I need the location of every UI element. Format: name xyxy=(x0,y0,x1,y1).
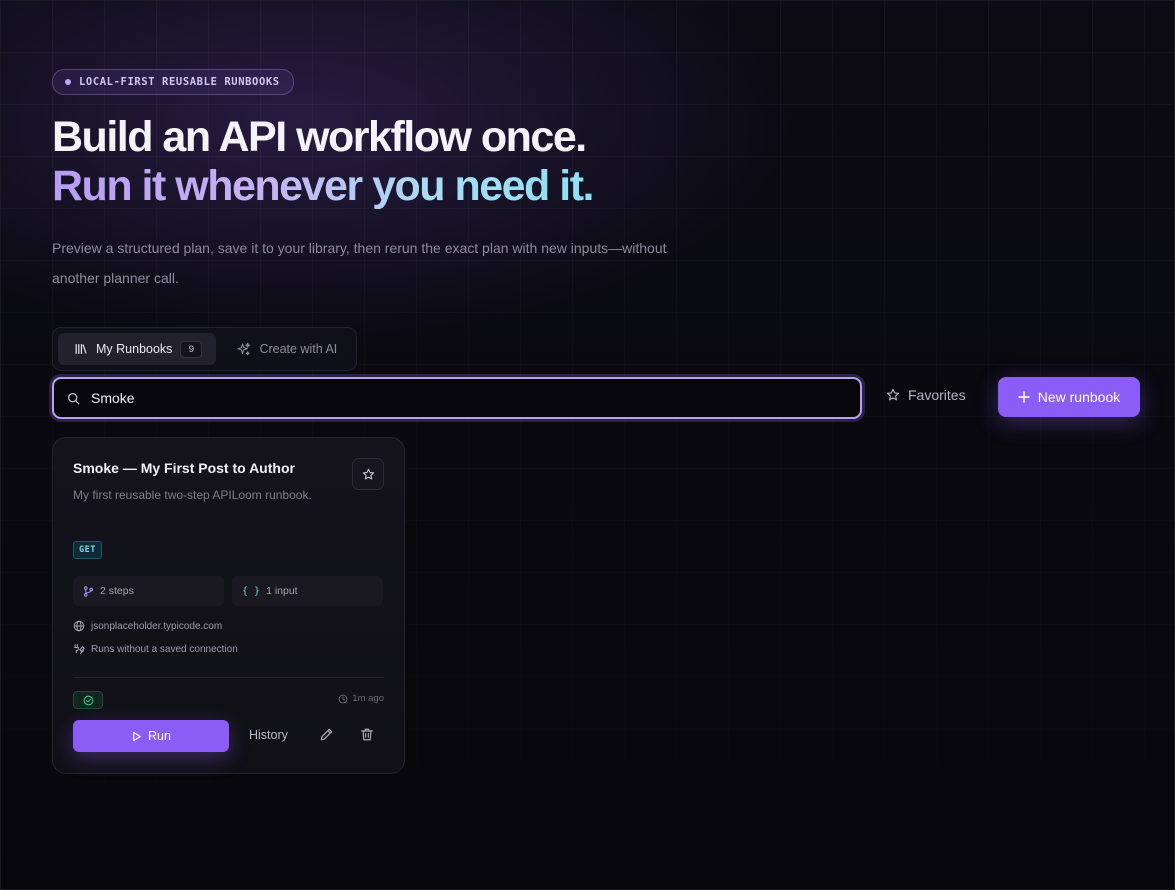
host-row: jsonplaceholder.typicode.com xyxy=(73,620,222,632)
history-button[interactable]: History xyxy=(249,728,288,742)
search-icon xyxy=(67,392,80,405)
star-icon xyxy=(886,388,900,402)
clock-icon xyxy=(338,694,348,704)
globe-icon xyxy=(73,620,85,632)
braces-icon: { } xyxy=(242,585,261,597)
updated-time: 1m ago xyxy=(338,693,384,704)
delete-button[interactable] xyxy=(360,727,374,742)
run-label: Run xyxy=(148,729,171,743)
new-runbook-button[interactable]: New runbook xyxy=(998,377,1140,417)
main-content: LOCAL-FIRST REUSABLE RUNBOOKS Build an A… xyxy=(52,69,1140,774)
last-run-status-badge xyxy=(73,691,103,709)
tab-create-with-ai[interactable]: Create with AI xyxy=(220,333,351,365)
trash-icon xyxy=(360,727,374,742)
unplug-icon xyxy=(73,643,85,655)
host-name: jsonplaceholder.typicode.com xyxy=(91,620,223,632)
plus-icon xyxy=(1018,391,1030,403)
steps-stat: 2 steps xyxy=(73,576,224,606)
http-method-badge: GET xyxy=(73,541,102,559)
tab-my-runbooks[interactable]: My Runbooks 9 xyxy=(58,333,217,365)
git-branch-icon xyxy=(83,585,94,597)
tab-create-with-ai-label: Create with AI xyxy=(259,342,338,356)
inputs-stat: { } 1 input xyxy=(232,576,383,606)
dot-icon xyxy=(65,79,71,85)
runbook-title: Smoke — My First Post to Author xyxy=(73,460,295,476)
search-input[interactable] xyxy=(89,389,860,407)
edit-button[interactable] xyxy=(319,727,334,742)
hero-title-line1: Build an API workflow once. xyxy=(52,113,587,161)
connection-status: Runs without a saved connection xyxy=(91,643,238,655)
sparkles-icon xyxy=(236,342,251,357)
favorite-toggle-button[interactable] xyxy=(352,458,384,490)
favorites-button[interactable]: Favorites xyxy=(886,387,966,403)
new-runbook-label: New runbook xyxy=(1037,389,1121,405)
steps-count: 2 steps xyxy=(100,585,134,597)
check-circle-icon xyxy=(83,695,94,706)
library-icon xyxy=(74,342,88,356)
card-divider xyxy=(73,677,384,678)
tab-my-runbooks-label: My Runbooks xyxy=(96,342,173,356)
eyebrow-text: LOCAL-FIRST REUSABLE RUNBOOKS xyxy=(79,76,280,88)
view-tabs: My Runbooks 9 Create with AI xyxy=(52,327,358,371)
inputs-count: 1 input xyxy=(266,585,298,597)
toolbar: Favorites New runbook xyxy=(52,377,1140,419)
runbook-count-badge: 9 xyxy=(180,340,203,358)
connection-row: Runs without a saved connection xyxy=(73,643,238,655)
updated-label: 1m ago xyxy=(352,693,384,704)
eyebrow-badge: LOCAL-FIRST REUSABLE RUNBOOKS xyxy=(52,69,294,95)
play-icon xyxy=(131,731,142,742)
hero-title-line2: Run it whenever you need it. xyxy=(52,162,594,210)
hero-title: Build an API workflow once. Run it whene… xyxy=(52,113,1140,211)
search-box[interactable] xyxy=(52,377,862,419)
runbook-description: My first reusable two-step APILoom runbo… xyxy=(73,488,312,502)
star-icon xyxy=(362,468,375,481)
runbook-card[interactable]: Smoke — My First Post to Author My first… xyxy=(52,437,405,774)
run-button[interactable]: Run xyxy=(73,720,229,752)
pencil-icon xyxy=(319,727,334,742)
favorites-label: Favorites xyxy=(908,387,966,403)
hero-subtitle: Preview a structured plan, save it to yo… xyxy=(52,240,667,286)
